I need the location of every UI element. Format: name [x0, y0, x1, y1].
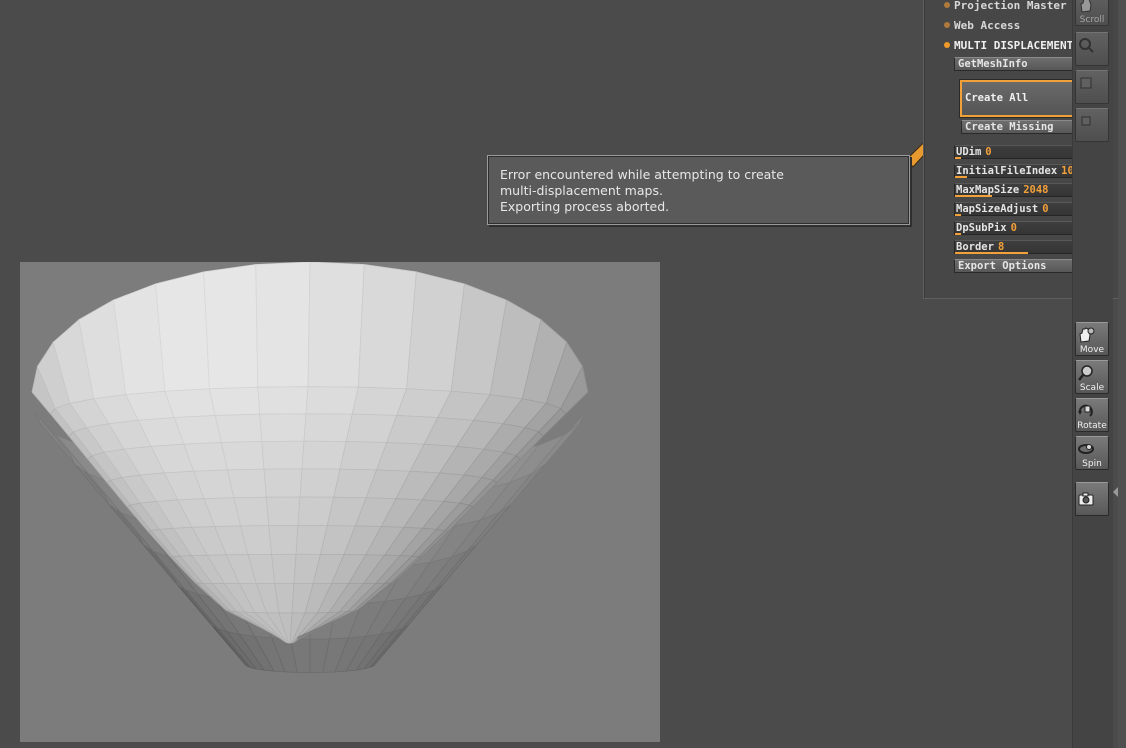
mesh-face	[220, 441, 265, 471]
scale-label: Scale	[1079, 383, 1105, 393]
mesh-face	[155, 271, 210, 392]
mesh-face	[261, 440, 305, 470]
hand-icon	[1079, 327, 1095, 343]
tool-strip: Scroll Move Scale Rotate Spin	[1072, 0, 1113, 748]
bullet-icon	[944, 42, 950, 48]
slider-fill	[955, 176, 967, 178]
slider-fill	[955, 252, 1028, 254]
actual-size-icon	[1080, 77, 1092, 89]
rotate-tool-button[interactable]: Rotate	[1075, 398, 1109, 432]
snapshot-tool-button[interactable]	[1075, 482, 1109, 516]
scroll-tool-button[interactable]: Scroll	[1075, 0, 1109, 26]
mesh-face	[265, 496, 301, 527]
mesh-face	[257, 386, 309, 415]
mesh-face	[203, 264, 259, 390]
spin-icon	[1078, 444, 1094, 454]
half-size-icon	[1081, 116, 1091, 126]
error-line-3: Exporting process aborted.	[500, 199, 670, 214]
slider-value: 0	[985, 146, 992, 158]
mesh-face	[214, 413, 263, 443]
hand-icon	[1080, 0, 1092, 13]
viewport-3d[interactable]	[20, 262, 660, 742]
slider-fill	[955, 214, 961, 216]
aahalf-tool-button[interactable]	[1075, 108, 1109, 142]
mesh-face	[268, 525, 299, 555]
slider-fill	[955, 157, 961, 159]
slider-label: DpSubPix	[956, 222, 1007, 234]
actual-tool-button[interactable]	[1075, 70, 1109, 104]
menu-item-multi-displacement[interactable]: MULTI DISPLACEMENT 2	[944, 38, 1086, 54]
mesh-face	[357, 264, 417, 390]
move-label: Move	[1079, 345, 1105, 355]
slider-value: 0	[1010, 222, 1017, 234]
mesh-face	[263, 468, 303, 498]
mesh-face	[255, 262, 311, 388]
error-line-2: multi-displacement maps.	[500, 183, 663, 198]
rotate-icon	[1078, 404, 1093, 417]
error-line-1: Error encountered while attempting to cr…	[500, 167, 784, 182]
slider-fill	[955, 195, 992, 197]
spin-tool-button[interactable]: Spin	[1075, 436, 1109, 470]
magnifier-icon	[1078, 365, 1093, 381]
mesh-face	[307, 262, 365, 388]
bullet-icon	[944, 2, 950, 8]
bullet-icon	[944, 22, 950, 28]
error-tooltip: Error encountered while attempting to cr…	[487, 107, 964, 225]
scale-tool-button[interactable]: Scale	[1075, 360, 1109, 394]
move-tool-button[interactable]: Move	[1075, 322, 1109, 356]
menu-item-projection-master[interactable]: Projection Master	[944, 0, 1067, 14]
rotate-label: Rotate	[1077, 421, 1107, 431]
menu-item-web-access[interactable]: Web Access	[944, 18, 1020, 34]
slider-value: 2048	[1023, 184, 1049, 196]
bowl-mesh[interactable]	[20, 262, 660, 742]
slider-label: MapSizeAdjust	[956, 203, 1039, 215]
spin-label: Spin	[1082, 459, 1102, 469]
scrollbar[interactable]	[1118, 0, 1126, 748]
zoom-icon	[1079, 38, 1094, 53]
mesh-face	[226, 468, 267, 499]
mesh-face	[299, 468, 341, 498]
mesh-face	[301, 440, 347, 470]
mesh-face	[271, 553, 297, 584]
error-message: Error encountered while attempting to cr…	[487, 155, 910, 225]
mesh-face	[208, 386, 261, 416]
zoom-tool-button[interactable]	[1075, 32, 1109, 66]
slider-label: InitialFileIndex	[956, 165, 1058, 177]
mesh-face	[305, 386, 359, 415]
slider-value: 0	[1042, 203, 1049, 215]
camera-icon	[1078, 492, 1094, 506]
slider-fill	[955, 233, 961, 235]
mesh-face	[259, 413, 307, 442]
mesh-face	[303, 413, 353, 442]
scroll-label: Scroll	[1079, 15, 1105, 25]
mesh-face	[164, 388, 216, 418]
